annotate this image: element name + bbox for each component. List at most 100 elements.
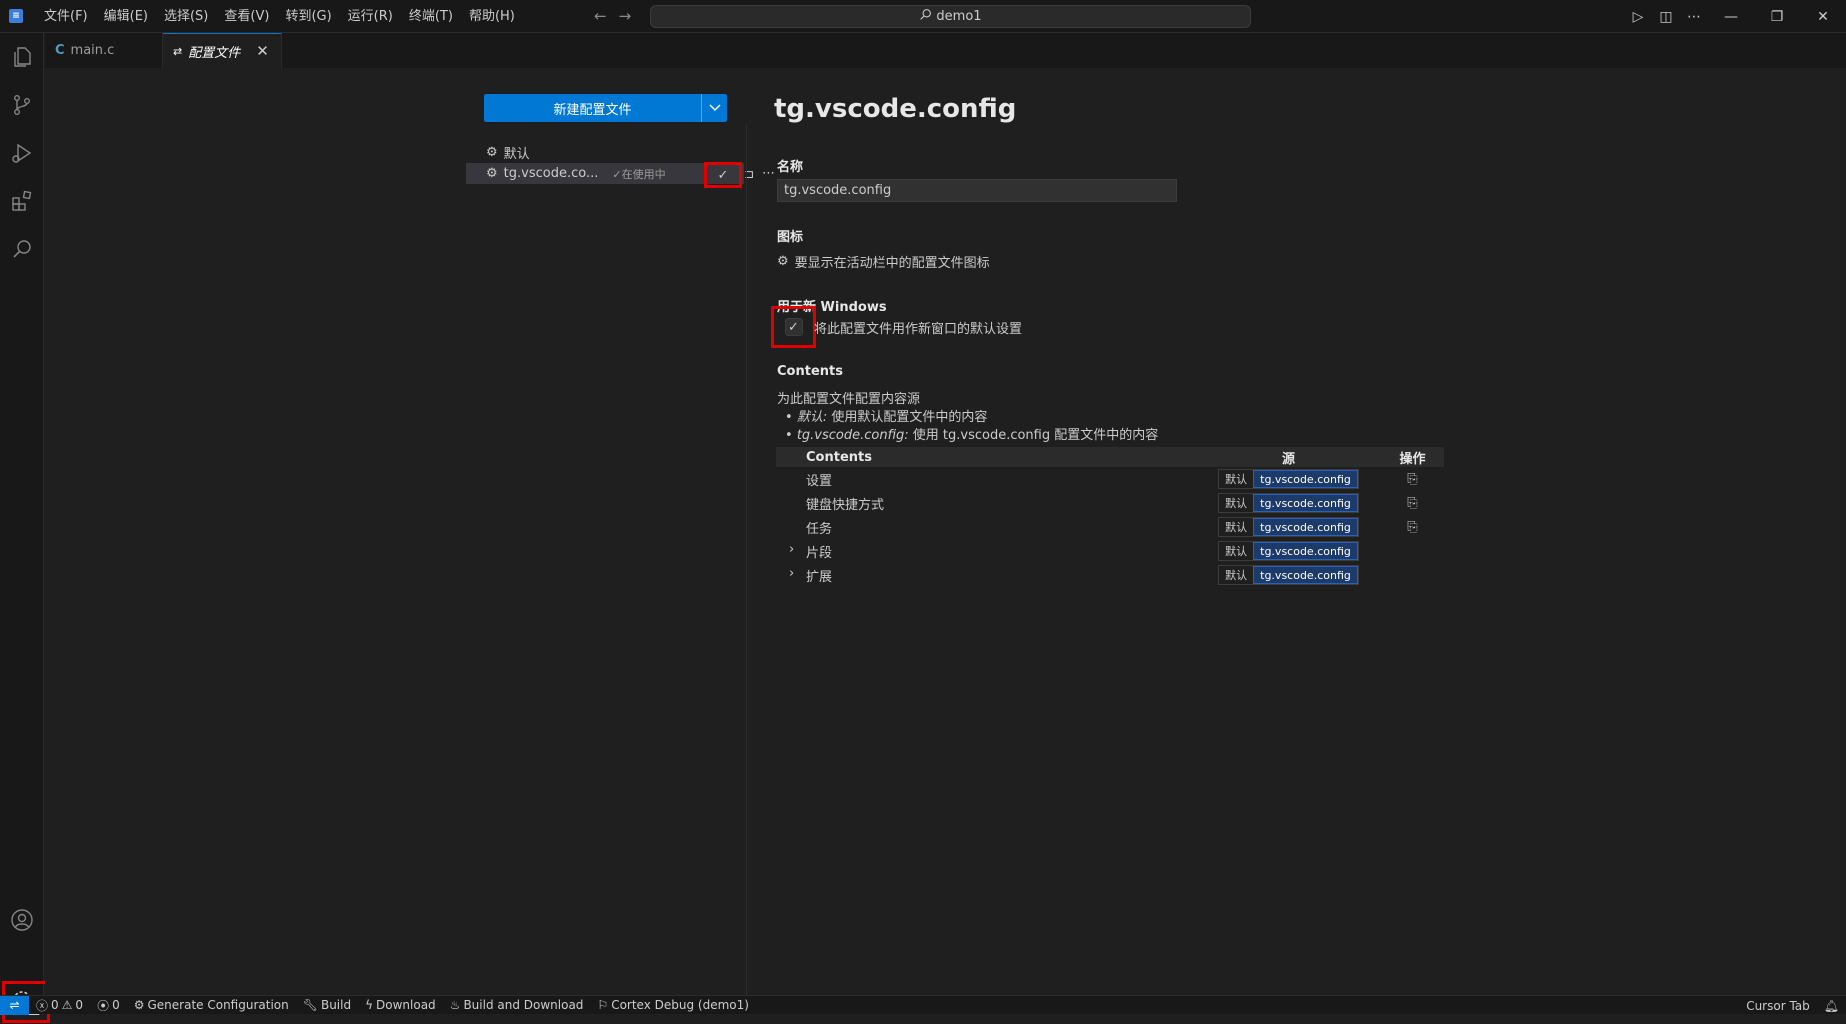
source-toggle[interactable]: 默认 tg.vscode.config xyxy=(1218,469,1359,489)
contents-table: Contents 源 操作 设置 默认 tg.vscode.config ⎘ 键盘… xyxy=(776,447,1444,587)
error-icon: ⓧ xyxy=(36,998,49,1013)
icon-label: 图标 xyxy=(777,230,804,245)
table-header: Contents 源 操作 xyxy=(776,447,1444,467)
menu-file[interactable]: 文件(F) xyxy=(36,0,96,33)
restore-icon[interactable]: ❐ xyxy=(1754,9,1800,25)
more-icon[interactable]: ⋯ xyxy=(762,166,775,181)
table-row: 设置 默认 tg.vscode.config ⎘ xyxy=(776,467,1444,491)
menu-edit[interactable]: 编辑(E) xyxy=(96,0,156,33)
warning-icon: ⚠ xyxy=(61,998,73,1012)
table-row: 键盘快捷方式 默认 tg.vscode.config ⎘ xyxy=(776,491,1444,515)
menu-go[interactable]: 转到(G) xyxy=(277,0,339,33)
ports-status[interactable]: ⦿ 0 xyxy=(90,997,127,1014)
profile-list: ⚙ 默认 ⚙ tg.vscode.co... ✓在使用中 ✓ ⊐ ⋯ xyxy=(466,142,775,188)
broadcast-icon: ⦿ xyxy=(97,998,110,1013)
minimize-icon[interactable]: — xyxy=(1708,9,1754,25)
gear-icon: ⚙ xyxy=(133,998,145,1012)
profile-name-input[interactable]: tg.vscode.config xyxy=(777,179,1177,202)
page-title: tg.vscode.config xyxy=(774,94,1017,124)
cursor-tab-status[interactable]: Cursor Tab xyxy=(1739,999,1817,1013)
check-icon[interactable]: ✓ xyxy=(704,162,742,188)
source-toggle[interactable]: 默认 tg.vscode.config xyxy=(1218,565,1359,585)
icon-picker[interactable]: ⚙ 要显示在活动栏中的配置文件图标 xyxy=(777,252,990,271)
menu-run[interactable]: 运行(R) xyxy=(340,0,401,33)
status-right: Cursor Tab 🔔︎ xyxy=(1739,996,1846,1015)
source-toggle[interactable]: 默认 tg.vscode.config xyxy=(1218,541,1359,561)
new-windows-description: 将此配置文件用作新窗口的默认设置 xyxy=(814,321,1023,337)
lightning-icon: ϟ xyxy=(365,998,374,1012)
open-file-icon[interactable]: ⎘ xyxy=(1407,496,1417,511)
back-arrow-icon[interactable]: ← xyxy=(594,7,607,25)
menu-selection[interactable]: 选择(S) xyxy=(156,0,216,33)
name-label: 名称 xyxy=(777,160,804,175)
tab-label: 配置文件 xyxy=(188,45,241,61)
download-button[interactable]: ϟ Download xyxy=(358,998,443,1012)
gear-icon: ⚙ xyxy=(486,145,498,160)
more-actions-icon[interactable]: ⋯ xyxy=(1680,9,1708,25)
run-icon[interactable]: ▷ xyxy=(1624,9,1652,25)
explorer-icon[interactable] xyxy=(8,43,36,71)
build-download-button[interactable]: ♨ Build and Download xyxy=(443,998,591,1012)
title-right-controls: ▷ ◫ ⋯ — ❐ ✕ xyxy=(1624,0,1846,33)
tab-label: main.c xyxy=(70,43,115,58)
editor-tab-bar: C main.c ⇄ 配置文件 ✕ xyxy=(45,33,1846,68)
command-center-search[interactable]: demo1 xyxy=(650,5,1251,28)
source-control-icon[interactable] xyxy=(8,91,36,119)
debug-icon: ⚐ xyxy=(597,998,609,1012)
icon-description: 要显示在活动栏中的配置文件图标 xyxy=(794,256,990,271)
flame-icon: ♨ xyxy=(449,998,461,1012)
menu-help[interactable]: 帮助(H) xyxy=(461,0,523,33)
tab-profiles[interactable]: ⇄ 配置文件 ✕ xyxy=(163,33,282,68)
accounts-icon[interactable] xyxy=(8,906,36,934)
gear-icon[interactable]: ⚙ xyxy=(777,254,789,269)
profile-label: 默认 xyxy=(503,147,530,162)
checkbox-highlight[interactable]: ✓ xyxy=(771,306,816,348)
open-file-icon[interactable]: ⎘ xyxy=(1407,520,1417,535)
generate-config-button[interactable]: ⚙ Generate Configuration xyxy=(127,998,296,1012)
wrench-icon: 🔧︎ xyxy=(302,998,318,1012)
activity-bar: TG xyxy=(0,33,50,1023)
in-use-badge: ✓在使用中 xyxy=(612,167,666,181)
nav-arrows: ← → xyxy=(594,7,631,25)
new-windows-option: ✓ 将此配置文件用作新窗口的默认设置 xyxy=(771,306,1022,348)
search-label: demo1 xyxy=(936,9,982,24)
split-editor-icon[interactable]: ◫ xyxy=(1652,9,1680,25)
source-toggle[interactable]: 默认 tg.vscode.config xyxy=(1218,493,1359,513)
default-window-checkbox[interactable]: ✓ xyxy=(784,318,803,336)
contents-label: Contents xyxy=(777,364,843,379)
menu-terminal[interactable]: 终端(T) xyxy=(401,0,461,33)
chevron-right-icon[interactable]: › xyxy=(789,566,794,581)
close-tab-icon[interactable]: ✕ xyxy=(256,42,269,60)
source-toggle[interactable]: 默认 tg.vscode.config xyxy=(1218,517,1359,537)
table-row[interactable]: › 扩展 默认 tg.vscode.config xyxy=(776,563,1444,587)
open-file-icon[interactable]: ⎘ xyxy=(1407,472,1417,487)
run-debug-icon[interactable] xyxy=(8,139,36,167)
status-bar: ⇌ ⓧ 0 ⚠ 0 ⦿ 0 ⚙ Generate Configuration 🔧︎ Bui… xyxy=(0,995,1846,1015)
profiles-editor: 新建配置文件 ⚙ 默认 ⚙ tg.vscode.co... ✓在使用中 ✓ ⊐ … xyxy=(45,68,1846,995)
menu-view[interactable]: 查看(V) xyxy=(216,0,277,33)
new-profile-label[interactable]: 新建配置文件 xyxy=(484,94,701,122)
profile-item-tg[interactable]: ⚙ tg.vscode.co... ✓在使用中 ✓ ⊐ ⋯ xyxy=(466,162,775,188)
new-profile-button[interactable]: 新建配置文件 xyxy=(484,94,727,122)
build-button[interactable]: 🔧︎ Build xyxy=(296,998,358,1012)
split-sash[interactable] xyxy=(746,124,747,995)
profile-item-default[interactable]: ⚙ 默认 xyxy=(466,142,744,163)
bullet-default: • 默认: 使用默认配置文件中的内容 xyxy=(785,410,988,425)
close-window-icon[interactable]: ✕ xyxy=(1800,9,1846,25)
cortex-debug-button[interactable]: ⚐ Cortex Debug (demo1) xyxy=(590,998,756,1012)
c-file-icon: C xyxy=(55,43,65,58)
chevron-right-icon[interactable]: › xyxy=(789,542,794,557)
bullet-tg: • tg.vscode.config: 使用 tg.vscode.config … xyxy=(785,428,1159,443)
tab-main-c[interactable]: C main.c xyxy=(45,33,163,68)
table-row[interactable]: › 片段 默认 tg.vscode.config xyxy=(776,539,1444,563)
remote-icon[interactable]: ⇌ xyxy=(0,995,29,1015)
menu-bar: 文件(F) 编辑(E) 选择(S) 查看(V) 转到(G) 运行(R) 终端(T… xyxy=(36,0,523,33)
app-logo-icon: ≡ xyxy=(9,9,23,23)
notifications-bell-icon[interactable]: 🔔︎ xyxy=(1817,999,1846,1013)
chevron-down-icon[interactable] xyxy=(701,94,727,122)
profile-label: tg.vscode.co... xyxy=(503,166,599,181)
search-view-icon[interactable] xyxy=(8,235,36,263)
problems-status[interactable]: ⓧ 0 ⚠ 0 xyxy=(29,997,90,1014)
forward-arrow-icon[interactable]: → xyxy=(619,7,632,25)
extensions-icon[interactable] xyxy=(8,187,36,215)
